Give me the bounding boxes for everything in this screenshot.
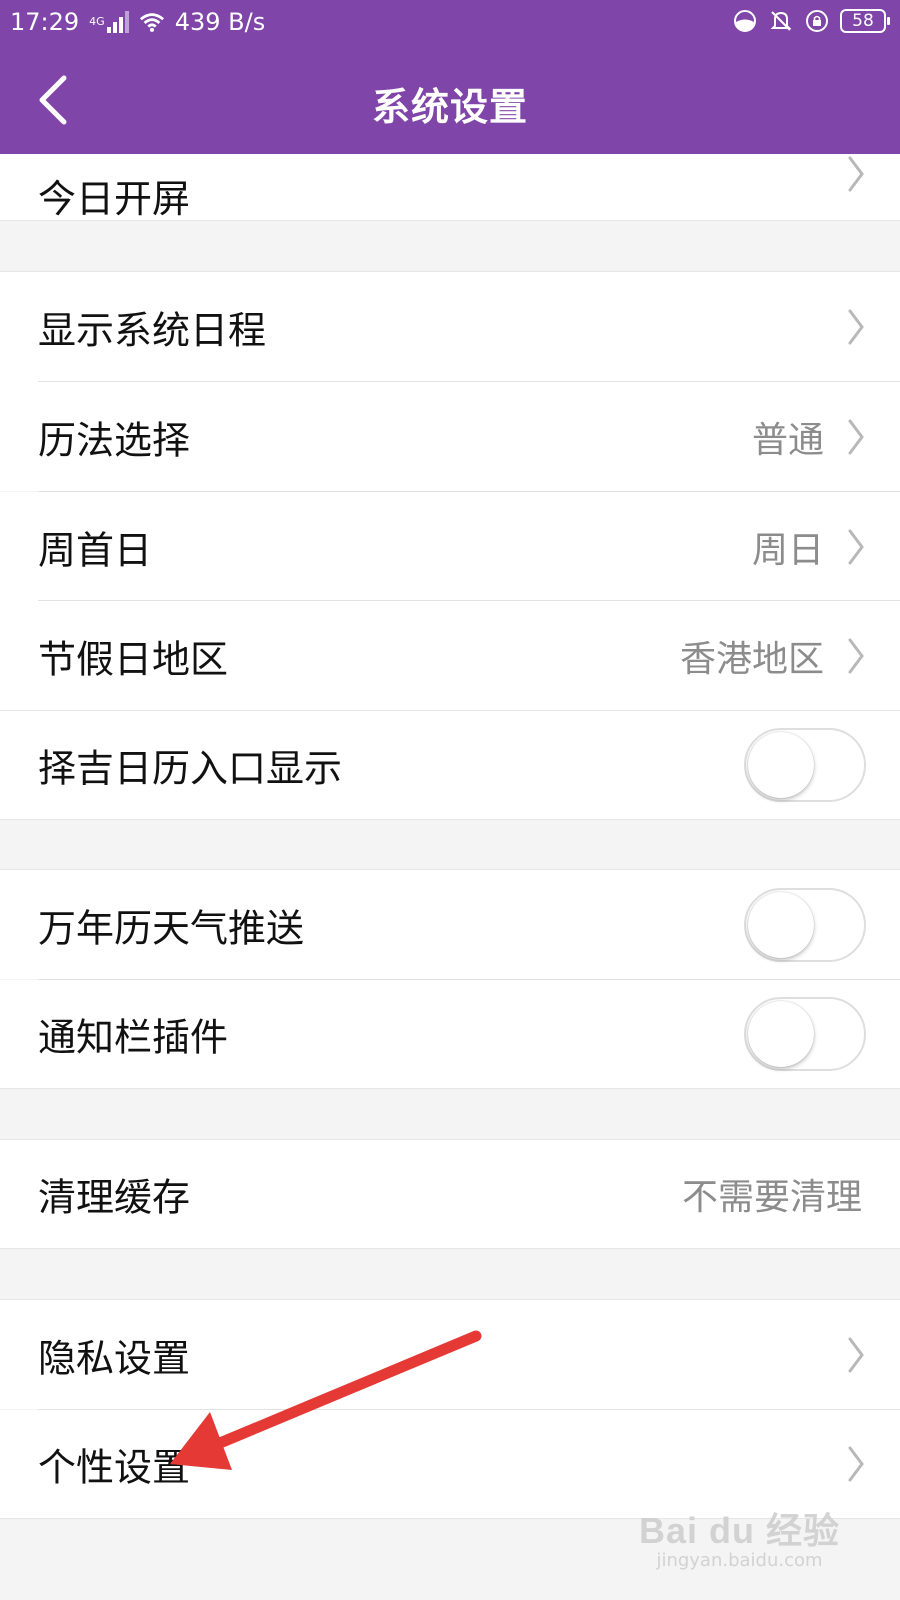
chevron-right-icon xyxy=(848,419,864,454)
weather-push-toggle[interactable] xyxy=(744,887,866,962)
setting-label: 今日开屏 xyxy=(38,177,191,221)
setting-show-system-schedule[interactable]: 显示系统日程 xyxy=(0,272,900,382)
setting-holiday-region[interactable]: 节假日地区 香港地区 xyxy=(0,601,900,710)
battery-indicator: 58 xyxy=(840,9,890,33)
setting-week-start[interactable]: 周首日 周日 xyxy=(0,492,900,601)
notification-widget-toggle[interactable] xyxy=(744,997,866,1071)
setting-value: 普通 xyxy=(751,419,824,461)
network-speed: 439 B/s xyxy=(174,8,266,36)
network-type: 4G xyxy=(89,15,105,28)
rotation-lock-icon xyxy=(804,8,830,34)
toggle-knob xyxy=(748,891,814,958)
watermark-logo: Bai du 经验 xyxy=(638,1510,840,1551)
section-separator xyxy=(0,220,900,221)
toggle-knob xyxy=(748,1001,814,1067)
setting-value: 周日 xyxy=(751,529,824,571)
section-separator xyxy=(0,1248,900,1249)
toggle-knob xyxy=(748,732,814,798)
setting-weather-push: 万年历天气推送 xyxy=(0,870,900,979)
bell-muted-icon xyxy=(768,8,794,34)
setting-label: 个性设置 xyxy=(38,1445,191,1490)
watermark-url: jingyan.baidu.com xyxy=(656,1550,823,1571)
cellular-signal-icon: 4G xyxy=(89,11,129,33)
status-right: 58 xyxy=(732,8,890,34)
setting-today-screen[interactable]: 今日开屏 xyxy=(0,154,900,221)
section-separator xyxy=(0,1088,900,1089)
navbar: 系统设置 xyxy=(0,46,900,154)
setting-label: 显示系统日程 xyxy=(38,308,267,353)
baidu-jingyan-watermark: Bai du 经验 jingyan.baidu.com xyxy=(639,1502,840,1571)
setting-label: 隐私设置 xyxy=(38,1336,191,1380)
status-left: 17:29 4G 439 B/s xyxy=(10,8,265,36)
setting-label: 通知栏插件 xyxy=(38,1015,229,1060)
setting-notification-widget: 通知栏插件 xyxy=(0,980,900,1088)
setting-label: 节假日地区 xyxy=(38,637,229,681)
chevron-right-icon xyxy=(848,156,864,192)
status-bar: 17:29 4G 439 B/s 58 xyxy=(0,0,900,46)
setting-label: 历法选择 xyxy=(38,418,191,462)
page-title: 系统设置 xyxy=(371,85,528,129)
setting-lucky-day-entry: 择吉日历入口显示 xyxy=(0,711,900,819)
lucky-day-entry-toggle[interactable] xyxy=(744,728,866,802)
setting-label: 周首日 xyxy=(38,528,153,572)
chevron-right-icon xyxy=(848,309,864,345)
chevron-right-icon xyxy=(848,1337,864,1372)
setting-clear-cache[interactable]: 清理缓存 不需要清理 xyxy=(0,1140,900,1248)
setting-label: 清理缓存 xyxy=(38,1175,191,1220)
section-separator xyxy=(0,819,900,820)
setting-label: 万年历天气推送 xyxy=(38,906,305,950)
setting-privacy[interactable]: 隐私设置 xyxy=(0,1300,900,1409)
wifi-icon xyxy=(139,9,165,35)
status-time: 17:29 xyxy=(10,8,80,36)
setting-value: 不需要清理 xyxy=(681,1177,862,1218)
chevron-right-icon xyxy=(848,638,864,673)
eye-comfort-icon xyxy=(732,8,758,34)
setting-label: 择吉日历入口显示 xyxy=(38,746,343,791)
chevron-right-icon xyxy=(848,529,864,564)
chevron-right-icon xyxy=(848,1446,864,1482)
setting-value: 香港地区 xyxy=(679,638,824,680)
setting-calendar-select[interactable]: 历法选择 普通 xyxy=(0,382,900,491)
